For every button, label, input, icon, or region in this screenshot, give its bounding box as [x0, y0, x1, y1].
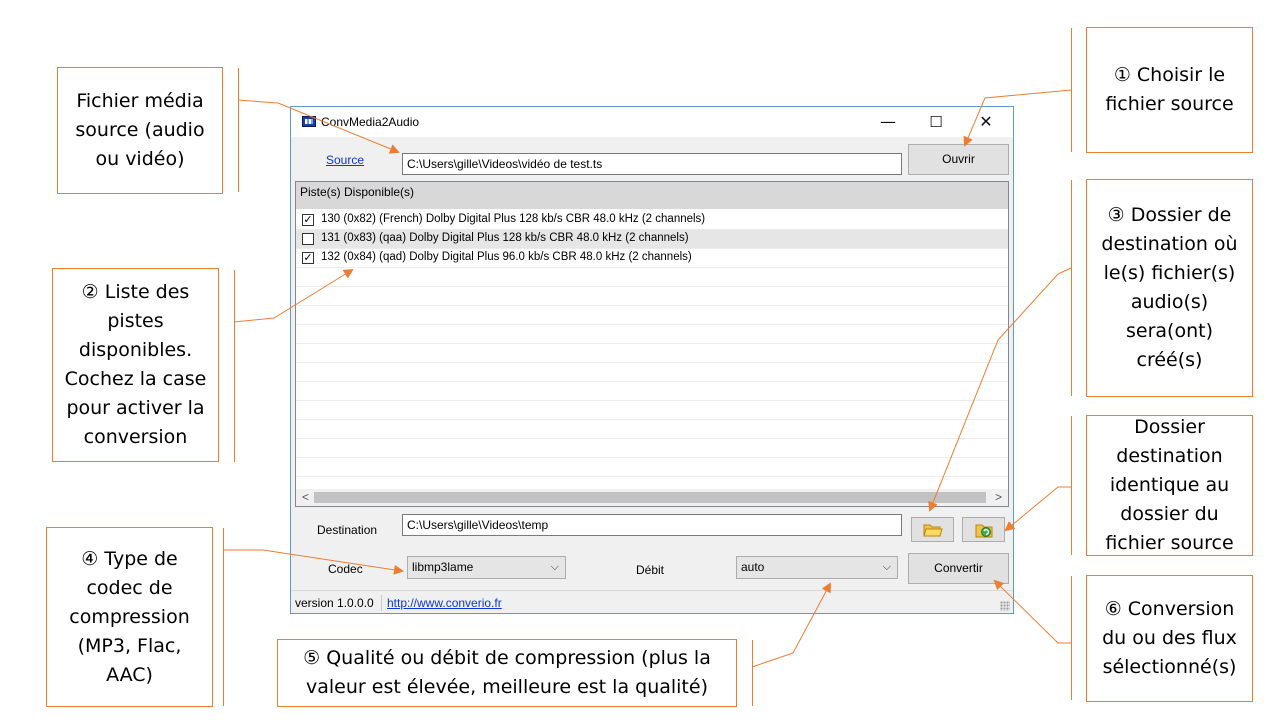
- empty-row: [296, 420, 1008, 439]
- callout-bracket: [1071, 416, 1072, 555]
- status-bar: version 1.0.0.0 http://www.converio.fr: [291, 590, 1013, 614]
- track-checkbox[interactable]: ✓: [302, 214, 314, 226]
- callout-open-file: ① Choisir le fichier source: [1086, 27, 1253, 153]
- open-button[interactable]: Ouvrir: [908, 144, 1009, 175]
- callout-bracket: [223, 528, 224, 706]
- callout-same-folder: Dossier destination identique au dossier…: [1086, 415, 1253, 556]
- track-list-header-label: Piste(s) Disponible(s): [300, 185, 415, 199]
- track-list-header: Piste(s) Disponible(s): [296, 182, 1008, 209]
- scroll-right-icon[interactable]: >: [990, 489, 1007, 506]
- website-link[interactable]: http://www.converio.fr: [387, 596, 502, 610]
- same-folder-button[interactable]: [962, 517, 1005, 542]
- version-label: version 1.0.0.0: [295, 596, 374, 610]
- maximize-button[interactable]: ☐: [913, 107, 959, 137]
- track-label: 131 (0x83) (qaa) Dolby Digital Plus 128 …: [321, 232, 689, 244]
- callout-bracket: [238, 68, 239, 192]
- callout-destination-folder: ③ Dossier de destination où le(s) fichie…: [1086, 179, 1253, 397]
- callout-source-file: Fichier média source (audio ou vidéo): [57, 67, 223, 194]
- app-window: ConvMedia2Audio — ☐ ✕ Source C:\Users\gi…: [290, 106, 1014, 614]
- callout-bracket: [752, 640, 753, 706]
- resize-grip-icon[interactable]: [1000, 601, 1010, 611]
- empty-row: [296, 382, 1008, 401]
- empty-row: [296, 287, 1008, 306]
- callout-codec: ④ Type de codec de compression (MP3, Fla…: [46, 527, 213, 707]
- close-button[interactable]: ✕: [963, 107, 1009, 137]
- window-title: ConvMedia2Audio: [321, 115, 420, 129]
- empty-row: [296, 363, 1008, 382]
- destination-label: Destination: [317, 523, 378, 537]
- app-icon: [302, 116, 316, 127]
- status-separator: [381, 595, 382, 611]
- track-list[interactable]: Piste(s) Disponible(s) ✓ 130 (0x82) (Fre…: [295, 181, 1009, 507]
- callout-bracket: [1071, 180, 1072, 396]
- empty-row: [296, 325, 1008, 344]
- empty-row: [296, 306, 1008, 325]
- minimize-button[interactable]: —: [865, 107, 911, 137]
- source-path-field[interactable]: C:\Users\gille\Videos\vidéo de test.ts: [402, 153, 902, 175]
- empty-row: [296, 439, 1008, 458]
- codec-label: Codec: [328, 562, 363, 576]
- track-checkbox[interactable]: [302, 233, 314, 245]
- scroll-left-icon[interactable]: <: [297, 489, 314, 506]
- arrow-same-folder: [1004, 486, 1071, 532]
- scrollbar-thumb[interactable]: [314, 492, 986, 503]
- callout-bracket: [1071, 28, 1072, 152]
- track-checkbox[interactable]: ✓: [302, 252, 314, 264]
- track-label: 130 (0x82) (French) Dolby Digital Plus 1…: [321, 213, 706, 225]
- source-link[interactable]: Source: [326, 153, 364, 167]
- empty-row: [296, 344, 1008, 363]
- bitrate-label: Débit: [636, 563, 665, 577]
- callout-convert: ⑥ Conversion du ou des flux sélectionné(…: [1086, 575, 1253, 702]
- chevron-down-icon: ⌵: [882, 561, 891, 573]
- bitrate-select[interactable]: auto ⌵: [736, 556, 898, 579]
- track-row[interactable]: 131 (0x83) (qaa) Dolby Digital Plus 128 …: [296, 230, 1008, 249]
- convert-button[interactable]: Convertir: [908, 553, 1009, 584]
- callout-bitrate: ⑤ Qualité ou débit de compression (plus …: [277, 639, 737, 707]
- bitrate-value: auto: [741, 560, 765, 574]
- track-row[interactable]: ✓ 132 (0x84) (qad) Dolby Digital Plus 96…: [296, 249, 1008, 268]
- codec-select[interactable]: libmp3lame ⌵: [407, 556, 566, 579]
- empty-row: [296, 401, 1008, 420]
- title-bar[interactable]: ConvMedia2Audio — ☐ ✕: [291, 107, 1013, 137]
- empty-row: [296, 458, 1008, 477]
- track-label: 132 (0x84) (qad) Dolby Digital Plus 96.0…: [321, 251, 692, 263]
- horizontal-scrollbar[interactable]: < >: [296, 489, 1008, 506]
- browse-folder-button[interactable]: [911, 517, 954, 542]
- codec-value: libmp3lame: [412, 560, 474, 574]
- destination-path-field[interactable]: C:\Users\gille\Videos\temp: [402, 514, 902, 536]
- callout-track-list: ② Liste des pistes disponibles. Cochez l…: [52, 268, 219, 462]
- callout-bracket: [1071, 576, 1072, 700]
- callout-bracket: [234, 270, 235, 462]
- track-row[interactable]: ✓ 130 (0x82) (French) Dolby Digital Plus…: [296, 211, 1008, 230]
- folder-icon: [922, 524, 943, 537]
- chevron-down-icon: ⌵: [550, 561, 559, 573]
- refresh-folder-icon: [975, 524, 992, 538]
- empty-row: [296, 268, 1008, 287]
